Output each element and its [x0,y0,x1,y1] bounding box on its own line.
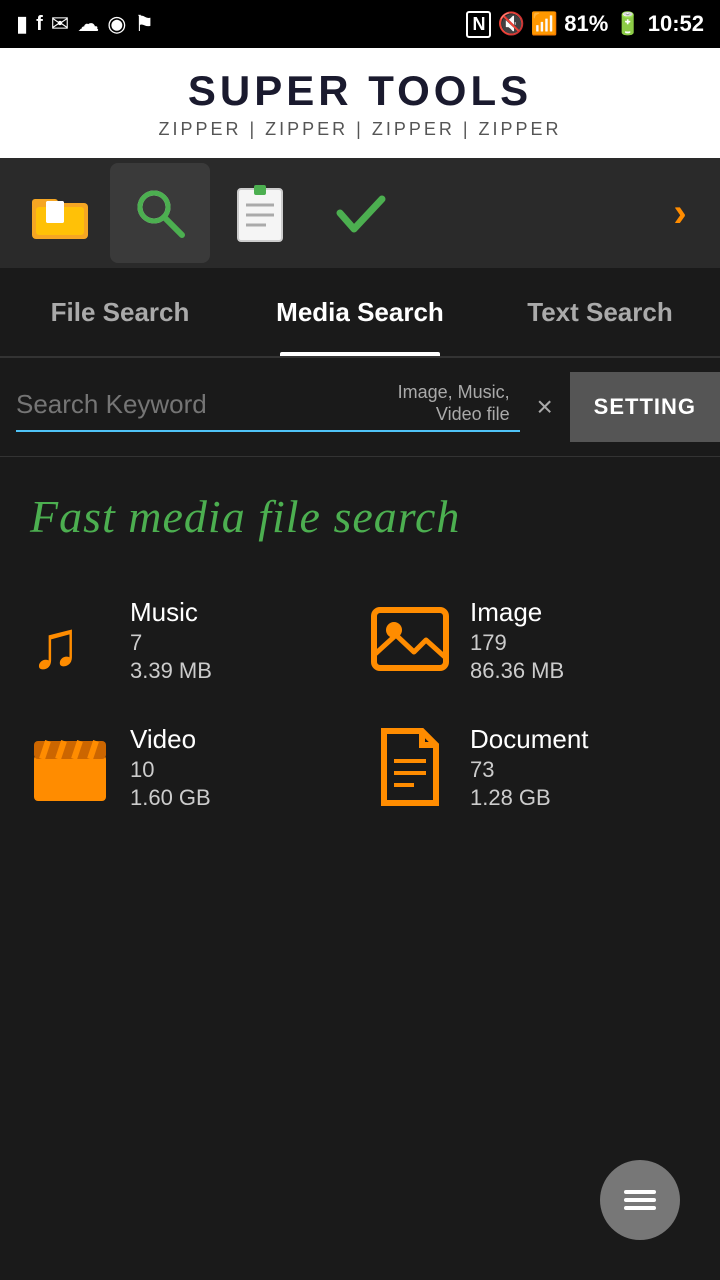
app-banner: SUPER TOOLS ZIPPER | ZIPPER | ZIPPER | Z… [0,48,720,158]
banner-subtitle: ZIPPER | ZIPPER | ZIPPER | ZIPPER [158,119,561,140]
document-icon [370,727,450,807]
music-count: 7 [130,630,212,656]
tab-active-indicator [280,352,440,356]
video-icon [30,727,110,807]
battery-label: 81% [564,11,608,37]
search-tool-button[interactable] [110,163,210,263]
circle-icon: ◉ [107,11,126,37]
signal-icon: 📶 [531,11,558,37]
image-count: 179 [470,630,564,656]
document-size: 1.28 GB [470,785,589,811]
status-icons-right: N 🔇 📶 81% 🔋 10:52 [466,11,704,38]
time-display: 10:52 [648,11,704,37]
menu-icon [620,1180,660,1220]
fab-menu-button[interactable] [600,1160,680,1240]
video-label: Video [130,724,211,755]
tab-text-search[interactable]: Text Search [480,268,720,356]
clear-button[interactable]: × [520,382,570,432]
app-title: SUPER TOOLS [188,67,532,115]
video-size: 1.60 GB [130,785,211,811]
flag-icon: ⚑ [134,11,154,37]
music-size: 3.39 MB [130,658,212,684]
facebook-icon: f [36,13,43,36]
stat-item-music[interactable]: ♫ Music 7 3.39 MB [30,597,350,684]
image-size: 86.36 MB [470,658,564,684]
weather-icon: ☁ [77,11,99,37]
gmail-icon: ✉ [51,11,69,37]
toolbar: › [0,158,720,268]
mute-icon: 🔇 [497,11,524,37]
main-content: Fast media file search ♫ Music 7 3.39 MB [0,457,720,931]
check-tool-button[interactable] [310,163,410,263]
file-tool-button[interactable] [10,163,110,263]
music-icon: ♫ [30,600,110,680]
status-bar: ▮ f ✉ ☁ ◉ ⚑ N 🔇 📶 81% 🔋 10:52 [0,0,720,48]
stat-item-document[interactable]: Document 73 1.28 GB [370,724,690,811]
notes-tool-button[interactable] [210,163,310,263]
search-input-wrap: Image, Music, Video file [16,382,520,431]
tabs-bar: File Search Media Search Text Search [0,268,720,358]
tagline: Fast media file search [30,487,690,547]
video-count: 10 [130,757,211,783]
stat-item-image[interactable]: Image 179 86.36 MB [370,597,690,684]
toolbar-chevron-button[interactable]: › [650,163,710,263]
tab-file-search[interactable]: File Search [0,268,240,356]
stat-item-video[interactable]: Video 10 1.60 GB [30,724,350,811]
stats-grid: ♫ Music 7 3.39 MB Image 179 86.36 [30,597,690,811]
video-info: Video 10 1.60 GB [130,724,211,811]
svg-text:♫: ♫ [30,607,81,680]
phone-icon: ▮ [16,11,28,37]
setting-button[interactable]: SETTING [570,372,720,442]
image-label: Image [470,597,564,628]
status-icons-left: ▮ f ✉ ☁ ◉ ⚑ [16,11,154,37]
document-info: Document 73 1.28 GB [470,724,589,811]
search-input[interactable] [16,389,351,420]
nfc-icon: N [466,11,491,38]
document-count: 73 [470,757,589,783]
document-label: Document [470,724,589,755]
search-bar: Image, Music, Video file × SETTING [0,358,720,457]
music-label: Music [130,597,212,628]
image-icon [370,600,450,680]
image-info: Image 179 86.36 MB [470,597,564,684]
music-info: Music 7 3.39 MB [130,597,212,684]
tab-media-search[interactable]: Media Search [240,268,480,356]
battery-icon: 🔋 [614,11,641,37]
search-hint: Image, Music, Video file [351,382,510,425]
